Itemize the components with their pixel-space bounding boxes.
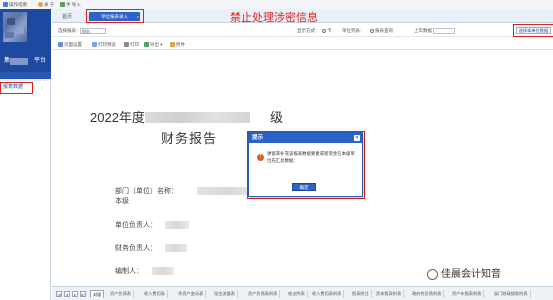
button-label: 打印预览 bbox=[98, 42, 116, 47]
import-icon bbox=[60, 2, 65, 8]
tab-home[interactable]: 首页 bbox=[62, 13, 72, 22]
redacted-area bbox=[165, 221, 189, 229]
sidebar-subheader bbox=[0, 72, 51, 79]
report-selector-bar: 选择报表： 财务 显示方式： 卡 单位列表： 报表查询 上年数据 选择本单位数据 bbox=[52, 23, 553, 37]
annotation-box: 单位报表录入 × bbox=[86, 9, 144, 23]
annotation-box: 选择本单位数据 bbox=[513, 24, 553, 37]
report-year: 2022年度 bbox=[90, 110, 145, 125]
print-button[interactable]: 打印 bbox=[124, 41, 139, 48]
dialog-header: 提示 × bbox=[249, 133, 362, 143]
select-unit-data-button[interactable]: 选择本单位数据 bbox=[516, 27, 551, 34]
dropdown bbox=[433, 27, 456, 34]
export-icon bbox=[144, 42, 149, 48]
sheet-tab[interactable]: 资产负债表附表 bbox=[246, 290, 281, 298]
sheet-tab[interactable]: 收入费用表附表 bbox=[310, 290, 345, 298]
sheet-tab[interactable]: 政府性负债附表 bbox=[410, 290, 445, 298]
watermark: 佳晨会计知音 bbox=[425, 267, 503, 283]
top-menu-label: 操作指南 bbox=[9, 2, 27, 7]
sheet-tab[interactable]: 报表附注 bbox=[350, 290, 372, 298]
watermark-text: 佳晨会计知音 bbox=[441, 269, 501, 280]
redacted-area bbox=[152, 267, 174, 275]
divider bbox=[0, 79, 51, 81]
top-menu-label: 手 导入 bbox=[66, 2, 81, 7]
print-icon bbox=[124, 42, 129, 48]
button-label: 附件 bbox=[176, 42, 185, 47]
prior-year-select[interactable]: 上年数据 bbox=[414, 27, 456, 34]
close-icon[interactable]: × bbox=[354, 135, 360, 141]
first-sheet-button[interactable]: |◂ bbox=[56, 291, 62, 297]
prior-year-label: 上年数据 bbox=[414, 28, 432, 33]
report-select-label: 选择报表： bbox=[58, 28, 81, 33]
toolbar: 页面设置 打印预览 打印 导出 ▾ 附件 bbox=[52, 38, 553, 50]
display-mode-label: 显示方式： bbox=[297, 28, 320, 33]
report-select-value: 财务 bbox=[80, 27, 106, 34]
button-label: 导出 ▾ bbox=[150, 42, 163, 47]
report-title: 财务报告 bbox=[161, 131, 218, 146]
sidebar-item-report-data[interactable]: 报表数据 bbox=[0, 82, 33, 94]
top-menu-label: 关 于 bbox=[44, 2, 55, 7]
warning-icon: ! bbox=[257, 154, 264, 161]
unit-list-label: 单位列表： bbox=[342, 28, 365, 33]
sheet-tab[interactable]: 部门财政拨款附表 bbox=[492, 290, 531, 298]
info-icon bbox=[38, 2, 43, 8]
next-sheet-button[interactable]: ▸ bbox=[72, 291, 78, 297]
prev-sheet-button[interactable]: ◂ bbox=[64, 291, 70, 297]
field-preparer-label: 编制人： bbox=[115, 268, 143, 275]
close-icon[interactable]: × bbox=[137, 12, 139, 21]
sheet-tab[interactable]: 净资产变动表 bbox=[176, 290, 207, 298]
report-level: 级 bbox=[270, 110, 284, 125]
display-mode-radio[interactable]: 卡 bbox=[322, 27, 332, 34]
attachment-icon bbox=[170, 42, 175, 48]
sheet-tab[interactable]: 现金流量表 bbox=[212, 290, 238, 298]
redacted-area bbox=[145, 112, 250, 123]
prompt-dialog: 提示 × ! 弹窗来补充该报表数据要素或者资金在本级单位先汇总数据： 确定 bbox=[248, 132, 363, 197]
radio-label: 卡 bbox=[327, 28, 332, 33]
sidebar: 集 平台 报表数据 bbox=[0, 9, 51, 300]
field-unit-head-label: 单位负责人： bbox=[115, 222, 157, 229]
top-menu-bar: 操作指南 关 于 手 导入 bbox=[0, 0, 553, 9]
redacted-area bbox=[10, 58, 28, 65]
sheet-tab-cover[interactable]: 封面 bbox=[90, 290, 105, 298]
radio-icon bbox=[322, 28, 326, 33]
top-menu-item-import[interactable]: 手 导入 bbox=[60, 1, 81, 8]
button-label: 打印 bbox=[130, 42, 139, 47]
button-label: 页面设置 bbox=[64, 42, 82, 47]
ok-button[interactable]: 确定 bbox=[292, 183, 316, 191]
field-finance-head-label: 财务负责人： bbox=[115, 245, 157, 252]
tab-label: 单位报表录入 bbox=[101, 14, 128, 19]
sheet-tab[interactable]: 资本报表附表 bbox=[374, 290, 405, 298]
sheet-tab-bar: |◂ ◂ ▸ ▸| 封面 资产负债表 收入费用表 净资产变动表 现金流量表 资产… bbox=[52, 286, 553, 300]
print-preview-icon bbox=[92, 42, 97, 48]
page-setup-icon bbox=[58, 42, 63, 48]
tab-unit-report-entry[interactable]: 单位报表录入 × bbox=[89, 12, 140, 21]
top-menu-item-about[interactable]: 关 于 bbox=[38, 1, 54, 8]
book-icon bbox=[3, 2, 8, 8]
sheet-tab[interactable]: 收入费用表 bbox=[142, 290, 168, 298]
sidebar-header: 集 平台 bbox=[0, 9, 51, 79]
avatar bbox=[3, 12, 27, 42]
field-level-value: 本级 bbox=[115, 198, 129, 205]
attachment-button[interactable]: 附件 bbox=[170, 41, 185, 48]
radio-icon bbox=[370, 28, 374, 33]
last-sheet-button[interactable]: ▸| bbox=[80, 291, 86, 297]
print-preview-button[interactable]: 打印预览 bbox=[92, 41, 116, 48]
dialog-title: 提示 bbox=[252, 135, 264, 141]
top-menu-item-guide[interactable]: 操作指南 bbox=[3, 1, 27, 8]
sheet-tab[interactable]: 资产年报表附表 bbox=[450, 290, 485, 298]
report-query-radio[interactable]: 报表查询 bbox=[370, 27, 393, 34]
wechat-icon bbox=[427, 268, 438, 280]
redacted-area bbox=[165, 244, 187, 252]
sheet-tab[interactable]: 收支附表 bbox=[286, 290, 308, 298]
radio-label: 报表查询 bbox=[375, 28, 393, 33]
sheet-tab[interactable]: 资产负债表 bbox=[108, 290, 134, 298]
field-unit-name-label: 部门（单位）名称： bbox=[115, 188, 178, 195]
export-button[interactable]: 导出 ▾ bbox=[144, 41, 163, 48]
page-setup-button[interactable]: 页面设置 bbox=[58, 41, 82, 48]
dialog-message: 弹窗来补充该报表数据要素或者资金在本级单位先汇总数据： bbox=[267, 151, 355, 163]
report-select[interactable]: 财务 bbox=[80, 27, 106, 34]
